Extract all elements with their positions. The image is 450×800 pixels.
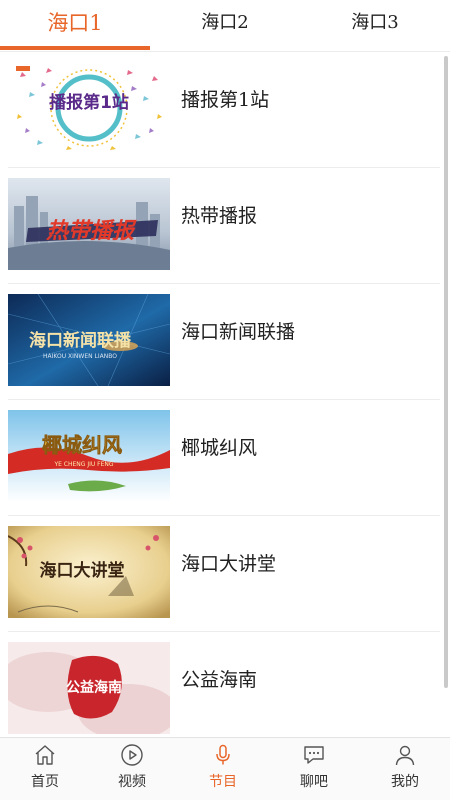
svg-text:热带播报: 热带播报 [45,219,137,244]
svg-text:HAIKOU XINWEN LIANBO: HAIKOU XINWEN LIANBO [43,353,117,360]
program-row[interactable]: 播报第1站 播报第1站 [0,52,450,168]
nav-programs[interactable]: 节目 [178,738,268,800]
tropical-broadcast-thumbnail[interactable]: 热带播报 [8,178,170,270]
nav-profile-label: 我的 [391,774,419,790]
list-scrollbar[interactable] [444,56,448,688]
broadcast-station-1-thumbnail[interactable]: 播报第1站 [8,62,170,154]
yecheng-jiufeng-thumbnail[interactable]: 椰城纠风 YE CHENG JIU FENG [8,410,170,502]
program-title: 海口大讲堂 [181,553,277,575]
tab-haikou-3[interactable]: 海口3 [300,0,450,46]
svg-text:海口新闻联播: 海口新闻联播 [29,330,132,351]
program-title: 海口新闻联播 [181,321,296,343]
svg-text:海口大讲堂: 海口大讲堂 [40,560,125,581]
haikou-news-thumbnail[interactable]: 海口新闻联播 HAIKOU XINWEN LIANBO [8,294,170,386]
nav-video[interactable]: 视频 [87,738,177,800]
nav-profile[interactable]: 我的 [360,738,450,800]
tab-haikou-1[interactable]: 海口1 [0,0,150,46]
program-row[interactable]: 椰城纠风 YE CHENG JIU FENG 椰城纠风 [0,400,450,516]
program-title: 公益海南 [181,669,258,691]
home-icon [35,745,55,765]
haikou-lecture-thumbnail[interactable]: 海口大讲堂 [8,526,170,618]
person-icon [395,745,415,766]
svg-text:播报第1站: 播报第1站 [49,92,129,113]
svg-text:椰城纠风: 椰城纠风 [42,433,122,457]
play-icon [121,744,143,766]
program-row[interactable]: 公益海南 公益海南 [0,632,450,737]
program-title: 椰城纠风 [181,437,258,459]
chat-icon [304,746,324,764]
tab-haikou-2[interactable]: 海口2 [150,0,300,46]
microphone-icon [216,744,230,765]
nav-home[interactable]: 首页 [0,738,90,800]
program-title: 热带播报 [181,205,258,227]
public-welfare-hainan-thumbnail[interactable]: 公益海南 [8,642,170,734]
program-row[interactable]: 海口大讲堂 海口大讲堂 [0,516,450,632]
program-list[interactable]: 播报第1站 播报第1站 热带播报 热带播报 海口新闻联播 HAIKOU XINW… [0,52,450,737]
active-tab-indicator [0,46,150,50]
channel-tabs: 海口1 海口2 海口3 [0,0,450,52]
svg-text:YE CHENG JIU FENG: YE CHENG JIU FENG [53,461,113,468]
program-row[interactable]: 海口新闻联播 HAIKOU XINWEN LIANBO 海口新闻联播 [0,284,450,400]
program-row[interactable]: 热带播报 热带播报 [0,168,450,284]
nav-chat-label: 聊吧 [300,774,328,790]
nav-programs-label: 节目 [209,774,237,790]
nav-video-label: 视频 [118,774,146,790]
nav-home-label: 首页 [31,774,59,790]
svg-text:公益海南: 公益海南 [66,679,122,696]
program-title: 播报第1站 [181,89,270,111]
nav-chat[interactable]: 聊吧 [269,738,359,800]
bottom-navigation: 首页 视频 节目 聊吧 我的 [0,737,450,800]
